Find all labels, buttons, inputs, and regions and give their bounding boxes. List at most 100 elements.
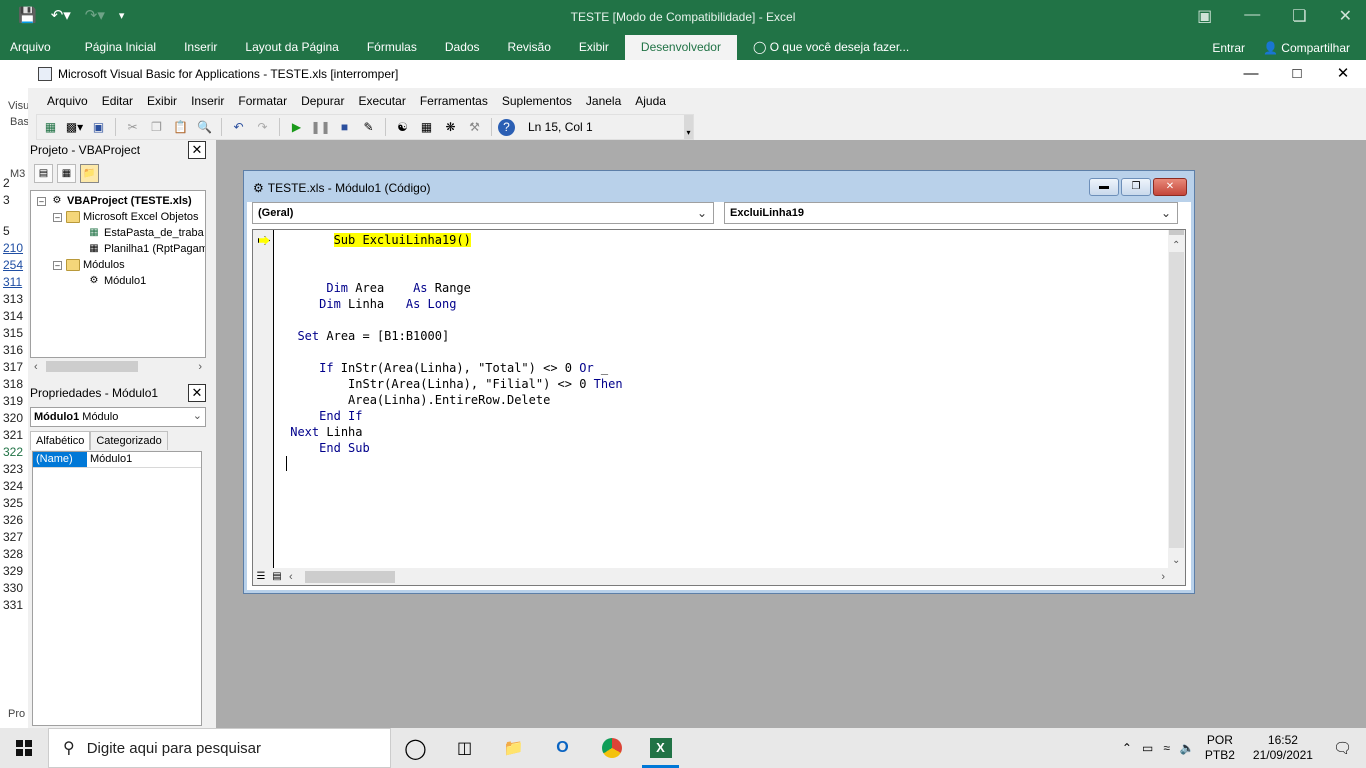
- tab-dados[interactable]: Dados: [435, 35, 490, 60]
- menu-arquivo[interactable]: Arquivo: [40, 94, 95, 108]
- close-icon[interactable]: ✕: [1339, 6, 1352, 26]
- minimize-icon[interactable]: —: [1244, 6, 1260, 26]
- insert-module-icon[interactable]: ▩▾: [64, 117, 85, 137]
- volume-muted-icon[interactable]: 🔈: [1180, 741, 1195, 755]
- row-header[interactable]: 317: [0, 360, 28, 374]
- collapse-icon[interactable]: –: [53, 212, 62, 222]
- tab-categorizado[interactable]: Categorizado: [90, 431, 168, 450]
- menu-exibir[interactable]: Exibir: [140, 94, 184, 108]
- scroll-right-icon[interactable]: ›: [198, 361, 202, 373]
- indicator-margin[interactable]: [253, 230, 274, 568]
- scroll-thumb[interactable]: [46, 361, 138, 372]
- row-header[interactable]: 330: [0, 581, 28, 595]
- row-header[interactable]: 5: [0, 224, 28, 238]
- code-line[interactable]: Sub ExcluiLinha19(): [283, 232, 471, 248]
- row-header[interactable]: 329: [0, 564, 28, 578]
- row-header[interactable]: 2: [0, 176, 28, 190]
- menu-executar[interactable]: Executar: [351, 94, 412, 108]
- menu-suplementos[interactable]: Suplementos: [495, 94, 579, 108]
- ribbon-display-icon[interactable]: ▣: [1197, 6, 1212, 26]
- row-header[interactable]: 316: [0, 343, 28, 357]
- menu-inserir[interactable]: Inserir: [184, 94, 231, 108]
- scroll-track[interactable]: [1169, 252, 1184, 548]
- tab-pagina-inicial[interactable]: Página Inicial: [75, 35, 166, 60]
- code-line[interactable]: Set Area = [B1:B1000]: [283, 328, 449, 344]
- collapse-icon[interactable]: –: [53, 260, 62, 270]
- full-module-view-icon[interactable]: ▤: [269, 571, 285, 582]
- property-row[interactable]: (Name) Módulo1: [33, 452, 201, 468]
- toggle-folders-icon[interactable]: 📁: [80, 163, 99, 183]
- scroll-down-icon[interactable]: ⌄: [1172, 555, 1180, 566]
- row-header[interactable]: 315: [0, 326, 28, 340]
- code-line[interactable]: End If: [283, 408, 362, 424]
- tell-me-box[interactable]: ◯ O que você deseja fazer...: [743, 35, 919, 60]
- row-header[interactable]: 311: [0, 275, 28, 289]
- chrome-icon[interactable]: [587, 728, 636, 768]
- procedure-view-icon[interactable]: ☰: [253, 571, 269, 582]
- vbe-close-icon[interactable]: ✕: [1320, 60, 1366, 88]
- tree-node-modules[interactable]: – Módulos: [53, 257, 125, 273]
- view-code-icon[interactable]: ▤: [34, 163, 53, 183]
- tree-node-sheet[interactable]: ▦ Planilha1 (RptPagam: [87, 241, 205, 257]
- tab-exibir[interactable]: Exibir: [569, 35, 619, 60]
- share-button[interactable]: 👤 Compartilhar: [1263, 41, 1350, 55]
- scroll-thumb[interactable]: [305, 571, 395, 583]
- close-properties-icon[interactable]: ✕: [188, 384, 206, 402]
- battery-icon[interactable]: ▭: [1142, 741, 1153, 755]
- object-combo[interactable]: (Geral) ⌄: [252, 202, 714, 224]
- language-indicator[interactable]: POR PTB2: [1205, 733, 1235, 763]
- code-close-icon[interactable]: ✕: [1153, 178, 1187, 196]
- view-object-icon[interactable]: ▦: [57, 163, 76, 183]
- design-mode-icon[interactable]: ✎: [358, 117, 379, 137]
- reset-icon[interactable]: ■: [334, 117, 355, 137]
- tab-arquivo[interactable]: Arquivo: [0, 35, 61, 60]
- tree-node-workbook[interactable]: ▦ EstaPasta_de_traba: [87, 225, 203, 241]
- code-restore-icon[interactable]: ❐: [1121, 178, 1151, 196]
- tab-inserir[interactable]: Inserir: [174, 35, 227, 60]
- scroll-up-icon[interactable]: ⌃: [1172, 240, 1180, 251]
- redo-icon[interactable]: ↷: [252, 117, 273, 137]
- close-project-explorer-icon[interactable]: ✕: [188, 141, 206, 159]
- row-header[interactable]: 326: [0, 513, 28, 527]
- property-value[interactable]: Módulo1: [87, 452, 132, 467]
- project-tree-hscrollbar[interactable]: ‹ ›: [30, 358, 206, 375]
- cut-icon[interactable]: ✂: [122, 117, 143, 137]
- save-icon[interactable]: ▣: [88, 117, 109, 137]
- code-line[interactable]: InStr(Area(Linha), "Filial") <> 0 Then: [283, 376, 623, 392]
- excel-taskbar-icon[interactable]: X: [636, 728, 685, 768]
- vbe-minimize-icon[interactable]: —: [1228, 60, 1274, 88]
- paste-icon[interactable]: 📋: [170, 117, 191, 137]
- row-header[interactable]: 320: [0, 411, 28, 425]
- menu-depurar[interactable]: Depurar: [294, 94, 351, 108]
- toolbox-icon[interactable]: ⚒: [464, 117, 485, 137]
- menu-janela[interactable]: Janela: [579, 94, 628, 108]
- tab-layout-da-pagina[interactable]: Layout da Página: [235, 35, 348, 60]
- properties-window-icon[interactable]: ▦: [416, 117, 437, 137]
- file-explorer-icon[interactable]: 📁: [489, 728, 538, 768]
- show-hidden-icons-icon[interactable]: ⌃: [1122, 741, 1132, 755]
- code-editor[interactable]: Sub ExcluiLinha19() Dim Area As Range Di…: [252, 229, 1186, 586]
- code-line[interactable]: Area(Linha).EntireRow.Delete: [283, 392, 550, 408]
- collapse-icon[interactable]: –: [37, 196, 46, 206]
- scroll-right-icon[interactable]: ›: [1161, 571, 1165, 583]
- taskbar-search-box[interactable]: ⚲ Digite aqui para pesquisar: [48, 728, 391, 768]
- outlook-icon[interactable]: O: [538, 728, 587, 768]
- project-explorer-icon[interactable]: ☯: [392, 117, 413, 137]
- code-line[interactable]: If InStr(Area(Linha), "Total") <> 0 Or _: [283, 360, 608, 376]
- menu-ajuda[interactable]: Ajuda: [628, 94, 673, 108]
- object-browser-icon[interactable]: ❋: [440, 117, 461, 137]
- tab-desenvolvedor[interactable]: Desenvolvedor: [624, 35, 737, 60]
- row-header[interactable]: 331: [0, 598, 28, 612]
- copy-icon[interactable]: ❐: [146, 117, 167, 137]
- code-line[interactable]: Next Linha: [283, 424, 362, 440]
- start-button[interactable]: [0, 728, 48, 768]
- scroll-left-icon[interactable]: ‹: [34, 361, 38, 373]
- row-header[interactable]: 314: [0, 309, 28, 323]
- code-text-area[interactable]: Sub ExcluiLinha19() Dim Area As Range Di…: [275, 230, 1169, 568]
- help-icon[interactable]: ?: [498, 118, 515, 136]
- tree-node-excel-objects[interactable]: – Microsoft Excel Objetos: [53, 209, 199, 225]
- code-vscrollbar[interactable]: ⌃ ⌄: [1168, 230, 1185, 568]
- row-header[interactable]: 327: [0, 530, 28, 544]
- code-line[interactable]: End Sub: [283, 440, 370, 456]
- clock[interactable]: 16:52 21/09/2021: [1253, 733, 1313, 763]
